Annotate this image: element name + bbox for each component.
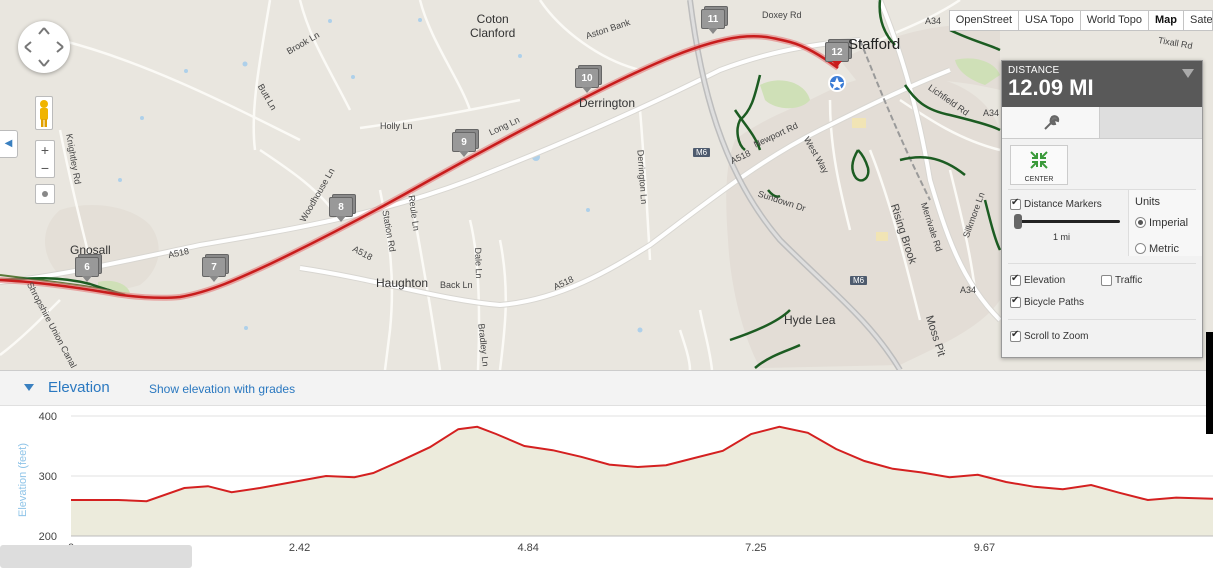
distance-markers-label: Distance Markers	[1024, 199, 1102, 211]
center-label: CENTER	[1024, 176, 1054, 183]
place-label-hyde-lea: Hyde Lea	[784, 313, 836, 327]
mile-marker-8[interactable]: 8	[329, 194, 356, 222]
show-grades-link[interactable]: Show elevation with grades	[149, 382, 295, 396]
distance-markers-checkbox[interactable]	[1010, 197, 1021, 211]
place-label-gnosall: Gnosall	[70, 243, 111, 257]
imperial-label: Imperial	[1149, 216, 1189, 229]
basemap-switcher: OpenStreet USA Topo World Topo Map Satel…	[948, 10, 1213, 31]
scroll-zoom-checkbox[interactable]	[1010, 329, 1021, 343]
slider-handle[interactable]	[1014, 214, 1022, 229]
tab-settings[interactable]	[1002, 107, 1100, 138]
road-label: A34	[925, 16, 942, 26]
units-group: Units Imperial Metric	[1128, 190, 1202, 256]
elevation-chart-svg: 40030020002.424.847.259.67Elevation (fee…	[17, 411, 1213, 554]
road-label: Dale Ln	[472, 247, 485, 279]
location-dot-icon	[42, 191, 48, 197]
road-label: A34	[960, 285, 977, 295]
distance-value: 12.09 MI	[1008, 75, 1094, 100]
bicycle-toggle-label: Bicycle Paths	[1024, 297, 1085, 309]
metric-radio[interactable]	[1135, 243, 1146, 255]
units-imperial-row[interactable]: Imperial	[1135, 214, 1202, 232]
vertical-scrollbar-thumb[interactable]	[1206, 332, 1213, 434]
mile-marker-11[interactable]: 11	[701, 6, 728, 34]
panel-tabs	[1002, 107, 1202, 139]
x-tick-label: 4.84	[517, 542, 538, 554]
elevation-title[interactable]: Elevation	[48, 379, 110, 396]
x-tick-label: 2.42	[289, 542, 310, 554]
my-location-button[interactable]	[35, 184, 55, 204]
mile-marker-6[interactable]: 6	[75, 254, 102, 282]
tab-other[interactable]	[1100, 107, 1202, 138]
marker-interval-value: 1 mi	[1053, 232, 1071, 242]
center-button[interactable]: CENTER	[1010, 145, 1068, 185]
basemap-satellite[interactable]: Satellite	[1183, 10, 1213, 31]
y-tick-label: 200	[39, 531, 57, 543]
basemap-openstreet[interactable]: OpenStreet	[948, 10, 1020, 31]
place-label-stafford: Stafford	[848, 36, 901, 53]
elevation-toggle-label: Elevation	[1024, 275, 1066, 287]
y-tick-label: 400	[39, 411, 57, 423]
elevation-toggle-row[interactable]: Elevation	[1010, 272, 1065, 290]
mile-marker-10[interactable]: 10	[575, 65, 602, 93]
scroll-zoom-section: Scroll to Zoom	[1008, 319, 1196, 349]
distance-header: DISTANCE 12.09 MI	[1002, 61, 1202, 107]
distance-markers-row[interactable]: Distance Markers	[1010, 196, 1102, 214]
traffic-checkbox[interactable]	[1101, 275, 1112, 287]
mile-marker-7[interactable]: 7	[202, 254, 229, 282]
map-canvas[interactable]: 6 7 8 9 10 11 12 Coton Clanford Derringto…	[0, 0, 1213, 370]
marker-interval-slider[interactable]	[1014, 214, 1120, 229]
elevation-checkbox[interactable]	[1010, 273, 1021, 287]
basemap-usa-topo[interactable]: USA Topo	[1018, 10, 1081, 31]
scroll-zoom-row[interactable]: Scroll to Zoom	[1010, 328, 1088, 346]
basemap-map[interactable]: Map	[1148, 10, 1184, 31]
y-tick-label: 300	[39, 471, 57, 483]
mile-marker-9[interactable]: 9	[452, 129, 479, 157]
units-label: Units	[1135, 196, 1161, 208]
road-label: Back Ln	[440, 280, 473, 290]
center-section: CENTER	[1002, 139, 1202, 185]
metric-label: Metric	[1149, 242, 1179, 255]
bicycle-toggle-row[interactable]: Bicycle Paths	[1010, 294, 1084, 312]
wrench-icon	[1044, 115, 1060, 130]
chevron-down-icon[interactable]	[24, 384, 34, 392]
route-settings-panel: DISTANCE 12.09 MI CENTER Dis	[1001, 60, 1203, 358]
pan-arrows-icon	[24, 27, 64, 67]
x-tick-label: 9.67	[974, 542, 995, 554]
traffic-toggle-row[interactable]: Traffic	[1101, 272, 1142, 290]
place-label-coton-clanford: Coton Clanford	[470, 12, 516, 40]
basemap-world-topo[interactable]: World Topo	[1079, 10, 1149, 31]
elevation-chart: 40030020002.424.847.259.67Elevation (fee…	[0, 406, 1213, 568]
chevron-left-icon: ◀	[4, 138, 13, 149]
units-metric-row[interactable]: Metric	[1135, 240, 1202, 258]
panel-collapse-icon[interactable]	[1182, 69, 1194, 78]
road-label: Doxey Rd	[762, 10, 802, 20]
road-label: A34	[983, 108, 1000, 118]
center-arrows-icon	[1030, 151, 1048, 169]
imperial-radio[interactable]	[1135, 217, 1146, 229]
mile-marker-12[interactable]: 12	[825, 39, 852, 67]
traffic-toggle-label: Traffic	[1115, 275, 1143, 287]
motorway-shield: M6	[693, 148, 711, 157]
collapse-sidebar-button[interactable]: ◀	[0, 130, 18, 158]
y-axis-title: Elevation (feet)	[17, 443, 29, 517]
zoom-out-button[interactable]: −	[36, 159, 54, 177]
place-label-haughton: Haughton	[376, 276, 429, 290]
scroll-zoom-label: Scroll to Zoom	[1024, 331, 1089, 343]
zoom-control[interactable]: + −	[35, 140, 55, 178]
pan-control[interactable]	[18, 21, 70, 73]
marker-units-section: Distance Markers 1 mi Units Imperial Met…	[1008, 189, 1202, 261]
motorway-shield: M6	[850, 276, 868, 285]
street-view-pegman-icon[interactable]	[35, 96, 53, 130]
zoom-in-button[interactable]: +	[36, 141, 54, 159]
bicycle-checkbox[interactable]	[1010, 295, 1021, 309]
place-label-derrington: Derrington	[579, 96, 636, 110]
layers-section: Elevation Traffic Bicycle Paths	[1008, 263, 1196, 313]
road-label: Holly Ln	[380, 121, 413, 131]
x-tick-label: 7.25	[745, 542, 766, 554]
chart-horizontal-scrollbar[interactable]	[0, 545, 192, 568]
elevation-header: Elevation Show elevation with grades	[0, 370, 1213, 406]
